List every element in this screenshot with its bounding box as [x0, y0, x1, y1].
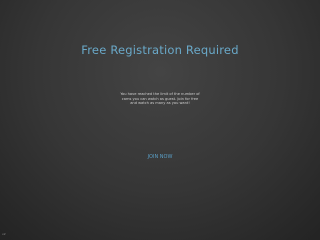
modal-title: Free Registration Required [81, 43, 239, 57]
modal-message: You have reached the limit of the number… [120, 92, 200, 106]
join-now-button[interactable]: JOIN NOW [140, 154, 180, 160]
registration-modal: Free Registration Required You have reac… [0, 0, 320, 240]
corner-text: v2 [2, 232, 6, 236]
